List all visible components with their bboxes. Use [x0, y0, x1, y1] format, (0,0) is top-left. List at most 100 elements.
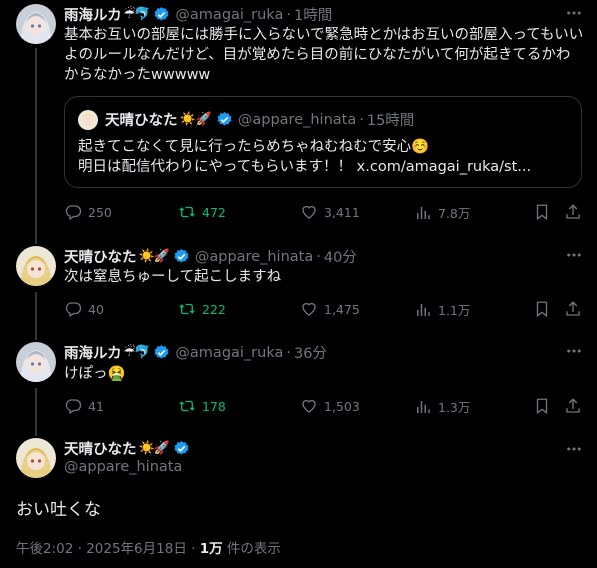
- tweet-timestamp: 午後2:02 · 2025年6月18日 · 1万 件の表示: [16, 537, 281, 557]
- author-handle[interactable]: @appare_hinata: [195, 249, 313, 265]
- avatar-hinata[interactable]: [16, 438, 56, 478]
- tweet1-actions: 250 472 3,411 7.8万: [56, 203, 586, 223]
- share-icon: [566, 301, 580, 316]
- views-count: 7.8万: [438, 206, 471, 221]
- views-total: 1万: [199, 541, 223, 557]
- tweet2-text: 次は窒息ちゅーして起こしますね: [64, 269, 282, 285]
- views-button[interactable]: 7.8万: [414, 203, 470, 222]
- views-chart-icon: [417, 206, 430, 219]
- views-button[interactable]: 1.1万: [414, 300, 470, 319]
- reply-button[interactable]: 250: [64, 203, 112, 221]
- reply-icon: [65, 205, 82, 220]
- retweet-icon: [179, 400, 195, 412]
- share-icon: [566, 398, 580, 413]
- reply-count: 40: [88, 301, 104, 317]
- quote-author-handle: @appare_hinata: [237, 111, 357, 128]
- main-tweet-header: 天晴ひなた ☀️🚀: [64, 438, 190, 459]
- separator-dot: ·: [286, 344, 291, 361]
- quoted-tweet[interactable]: 天晴ひなた ☀️🚀 @appare_hinata · 15時間 起きてこなくて見…: [64, 96, 582, 188]
- retweet-count: 222: [202, 301, 226, 317]
- retweet-button[interactable]: 178: [178, 397, 226, 415]
- like-button[interactable]: 1,475: [300, 300, 360, 318]
- bookmark-icon: [536, 398, 548, 415]
- author-name[interactable]: 雨海ルカ: [64, 342, 122, 363]
- tweet3-text: けぽっ🤮: [64, 366, 126, 382]
- views-button[interactable]: 1.3万: [414, 397, 470, 416]
- tweet-time[interactable]: 36分: [294, 342, 327, 363]
- heart-icon: [302, 302, 316, 316]
- quote-time: 15時間: [366, 113, 415, 129]
- reply-count: 250: [88, 204, 112, 220]
- retweet-count: 178: [202, 398, 226, 414]
- name-emoji: ☔🐬: [123, 7, 151, 22]
- quote-author-name: 天晴ひなた: [105, 113, 178, 129]
- verified-badge-icon: [217, 112, 232, 126]
- heart-icon: [302, 399, 316, 413]
- share-button[interactable]: [564, 397, 582, 415]
- views-count: 1.1万: [438, 303, 471, 318]
- reply-button[interactable]: 40: [64, 300, 104, 318]
- tweet-time[interactable]: 1時間: [294, 4, 332, 25]
- verified-badge-icon: [174, 249, 189, 263]
- separator-dot: ·: [286, 6, 291, 23]
- tweet-time[interactable]: 40分: [324, 246, 357, 267]
- quote-header: 天晴ひなた ☀️🚀 @appare_hinata · 15時間: [105, 109, 414, 130]
- views-chart-icon: [417, 400, 430, 413]
- bookmark-icon: [536, 301, 548, 318]
- views-chart-icon: [417, 303, 430, 316]
- like-button[interactable]: 1,503: [300, 397, 360, 415]
- retweet-button[interactable]: 222: [178, 300, 226, 318]
- bookmark-button[interactable]: [533, 203, 551, 221]
- separator-dot: ·: [359, 111, 364, 128]
- like-button[interactable]: 3,411: [300, 203, 360, 221]
- verified-badge-icon: [154, 345, 169, 359]
- bookmark-button[interactable]: [533, 300, 551, 318]
- author-handle[interactable]: @amagai_ruka: [175, 7, 283, 23]
- thread-line-3: [35, 388, 37, 436]
- thread-line-2: [35, 292, 37, 340]
- name-emoji: ☔🐬: [123, 345, 151, 360]
- share-icon: [566, 204, 580, 219]
- author-name[interactable]: 天晴ひなた: [64, 438, 137, 459]
- author-name[interactable]: 雨海ルカ: [64, 4, 122, 25]
- heart-icon: [302, 205, 316, 219]
- retweet-icon: [179, 303, 195, 315]
- tweet1-header: 雨海ルカ ☔🐬 @amagai_ruka · 1時間: [64, 4, 332, 25]
- like-count: 1,503: [324, 398, 360, 414]
- reply-button[interactable]: 41: [64, 397, 104, 415]
- retweet-button[interactable]: 472: [178, 203, 226, 221]
- post-time[interactable]: 午後2:02 · 2025年6月18日 ·: [16, 541, 200, 557]
- avatar-ruka[interactable]: [16, 4, 56, 44]
- more-options-icon[interactable]: [565, 4, 583, 22]
- like-count: 1,475: [324, 301, 360, 317]
- verified-badge-icon: [154, 7, 169, 21]
- more-options-icon[interactable]: [565, 440, 583, 458]
- quote-text-line2: 明日は配信代わりにやってもらいます！！ x.com/amagai_ruka/st…: [78, 159, 532, 175]
- reply-icon: [65, 302, 82, 317]
- share-button[interactable]: [564, 300, 582, 318]
- more-options-icon[interactable]: [565, 246, 583, 264]
- tweet3-header: 雨海ルカ ☔🐬 @amagai_ruka · 36分: [64, 342, 327, 363]
- tweet2-header: 天晴ひなた ☀️🚀 @appare_hinata · 40分: [64, 246, 357, 267]
- bookmark-button[interactable]: [533, 397, 551, 415]
- more-options-icon[interactable]: [565, 342, 583, 360]
- author-name[interactable]: 天晴ひなた: [64, 246, 137, 267]
- tweet1-text: 基本お互いの部屋には勝手に入らないで緊急時とかはお互いの部屋入ってもいいよのルー…: [64, 27, 584, 83]
- reply-icon: [65, 399, 82, 414]
- author-handle[interactable]: @appare_hinata: [64, 459, 182, 475]
- reply-count: 41: [88, 398, 104, 414]
- main-tweet-handle-row: @appare_hinata: [64, 459, 182, 475]
- verified-badge-icon: [174, 441, 189, 455]
- bookmark-icon: [536, 204, 548, 221]
- retweet-count: 472: [202, 204, 226, 220]
- share-button[interactable]: [564, 203, 582, 221]
- avatar-ruka[interactable]: [16, 342, 56, 382]
- author-handle[interactable]: @amagai_ruka: [175, 345, 283, 361]
- main-tweet-text: おい吐くな: [16, 500, 101, 520]
- avatar-hinata[interactable]: [16, 246, 56, 286]
- quote-text-line1: 起きてこなくて見に行ったらめちゃねむねむで安心☺️: [78, 139, 430, 155]
- quote-text: 起きてこなくて見に行ったらめちゃねむねむで安心☺️ 明日は配信代わりにやってもら…: [78, 137, 568, 177]
- avatar-hinata-small: [78, 110, 98, 130]
- views-count: 1.3万: [438, 400, 471, 415]
- views-label: 件の表示: [222, 541, 281, 557]
